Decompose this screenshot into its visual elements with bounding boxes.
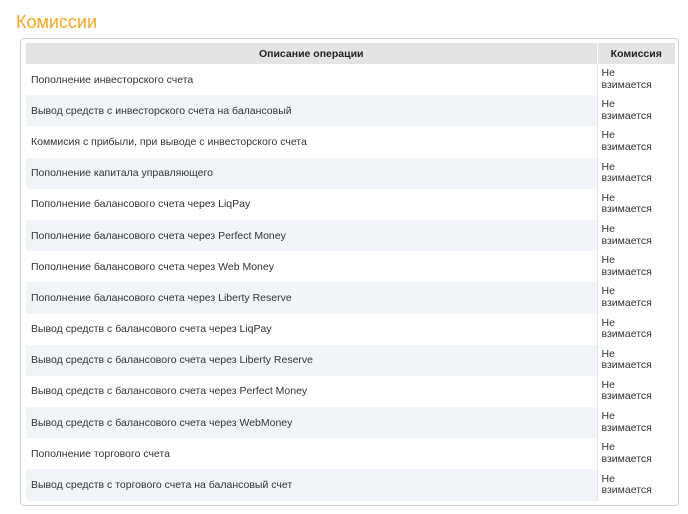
table-row: Пополнение капитала управляющего Не взим… xyxy=(26,157,675,189)
fee-value: Не взимается xyxy=(601,441,652,465)
operation-fee: Не взимается xyxy=(596,469,675,501)
operation-description: Пополнение балансового счета через Perfe… xyxy=(26,219,597,252)
operation-description: Вывод средств с балансового счета через … xyxy=(31,323,272,336)
column-header-fee: Комиссия xyxy=(597,43,675,64)
table-row: Вывод средств с инвесторского счета на б… xyxy=(26,95,675,127)
operation-fee: Не взимается xyxy=(596,126,675,158)
operation-fee: Не взимается xyxy=(596,313,675,345)
table-header-row: Описание операции Комиссия xyxy=(26,43,675,64)
table-row: Пополнение балансового счета через Liber… xyxy=(26,282,675,314)
operation-description: Пополнение торгового счета xyxy=(31,447,170,460)
fee-value: Не взимается xyxy=(601,285,652,309)
operation-description: Пополнение капитала управляющего xyxy=(26,157,597,189)
fee-value: Не взимается xyxy=(601,223,652,247)
operation-description: Вывод средств с торгового счета на балан… xyxy=(26,469,597,501)
fees-panel: Описание операции Комиссия Пополнение ин… xyxy=(20,38,679,506)
column-header-description: Описание операции xyxy=(26,43,598,64)
fee-value: Не взимается xyxy=(601,129,652,153)
operation-description: Вывод средств с балансового счета через … xyxy=(26,407,597,439)
table-row: Пополнение инвесторского счета Не взимае… xyxy=(26,64,675,96)
fee-value: Не взимается xyxy=(601,472,652,497)
operation-description: Пополнение балансового счета через Web M… xyxy=(31,260,274,273)
table-row: Вывод средств с балансового счета через … xyxy=(26,313,675,345)
operation-description: Вывод средств с инвесторского счета на б… xyxy=(26,95,597,127)
fees-table: Описание операции Комиссия Пополнение ин… xyxy=(26,43,675,501)
operation-fee: Не взимается xyxy=(596,438,675,470)
fee-value: Не взимается xyxy=(601,316,652,341)
fee-value: Не взимается xyxy=(601,347,652,372)
operation-fee: Не взимается xyxy=(596,375,675,408)
operation-fee: Не взимается xyxy=(596,188,675,220)
operation-fee: Не взимается xyxy=(596,219,675,252)
fee-value: Не взимается xyxy=(601,378,652,403)
fee-value: Не взимается xyxy=(601,160,652,185)
page: Комиссии Описание операции Комиссия Попо… xyxy=(0,0,688,514)
operation-fee: Не взимается xyxy=(596,64,675,96)
fee-value: Не взимается xyxy=(601,67,652,91)
operation-fee: Не взимается xyxy=(596,157,675,189)
table-row: Пополнение балансового счета через Web M… xyxy=(26,251,675,283)
operation-description: Пополнение инвесторского счета xyxy=(31,73,194,86)
operation-description: Коммисия с прибыли, при выводе с инвесто… xyxy=(31,135,307,148)
table-row: Пополнение торгового счета Не взимается xyxy=(26,438,675,470)
table-row: Вывод средств с балансового счета через … xyxy=(26,344,675,376)
table-row: Вывод средств с балансового счета через … xyxy=(26,407,675,439)
operation-fee: Не взимается xyxy=(596,344,675,376)
operation-fee: Не взимается xyxy=(596,95,675,127)
operation-fee: Не взимается xyxy=(596,282,675,314)
operation-description: Пополнение балансового счета через Liber… xyxy=(26,282,597,314)
table-row: Пополнение балансового счета через LiqPa… xyxy=(26,188,675,220)
table-row: Вывод средств с балансового счета через … xyxy=(26,375,675,408)
fee-value: Не взимается xyxy=(601,98,652,122)
operation-description: Вывод средств с балансового счета через … xyxy=(26,344,597,376)
operation-description: Пополнение балансового счета через LiqPa… xyxy=(31,198,251,211)
page-title: Комиссии xyxy=(16,12,98,33)
table-row: Коммисия с прибыли, при выводе с инвесто… xyxy=(26,126,675,158)
fee-value: Не взимается xyxy=(601,191,652,216)
table-row: Вывод средств с торгового счета на балан… xyxy=(26,469,675,501)
fee-value: Не взимается xyxy=(601,410,652,434)
fee-value: Не взимается xyxy=(601,254,652,278)
table-row: Пополнение балансового счета через Perfe… xyxy=(26,219,675,252)
operation-description: Вывод средств с балансового счета через … xyxy=(31,385,308,398)
operation-fee: Не взимается xyxy=(596,407,675,439)
table-body: Пополнение инвесторского счета Не взимае… xyxy=(26,64,675,501)
operation-fee: Не взимается xyxy=(596,251,675,283)
